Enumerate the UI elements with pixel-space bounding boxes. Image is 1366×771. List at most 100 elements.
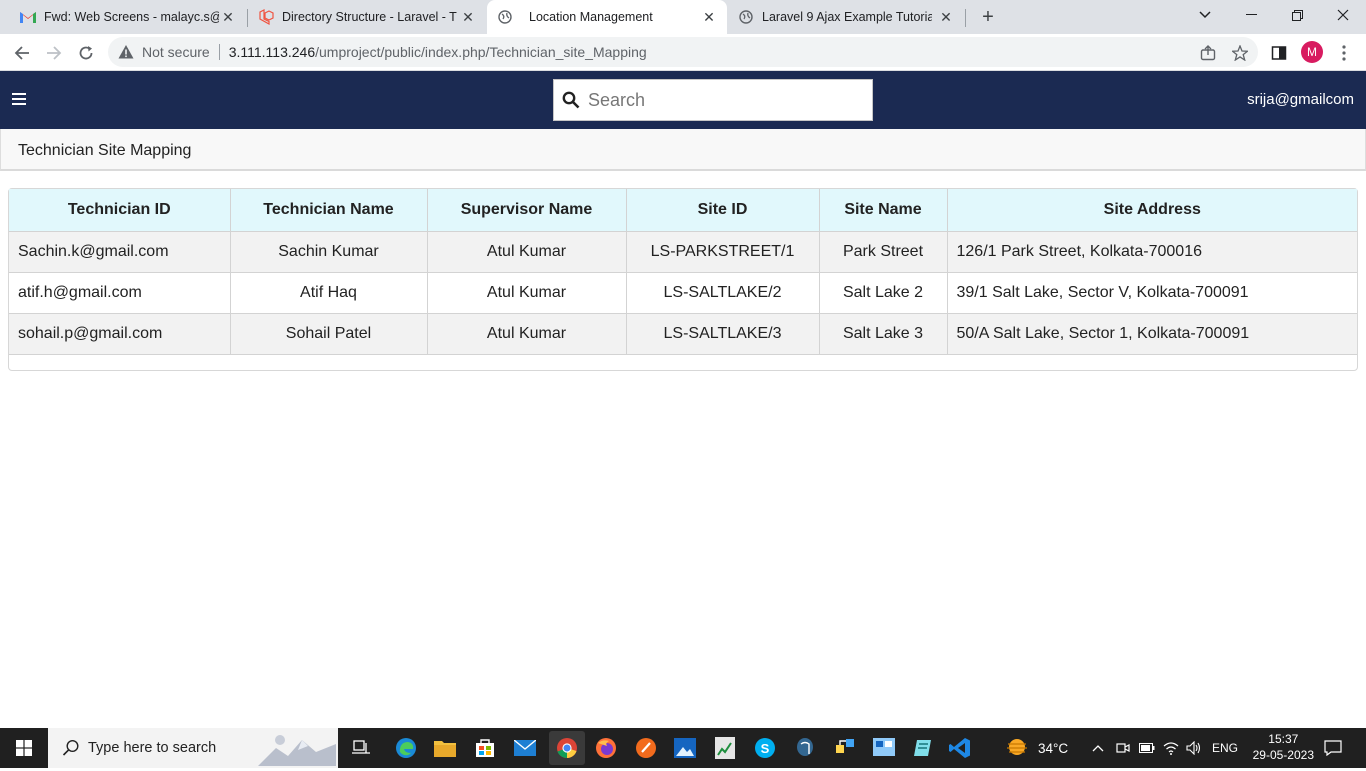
tab-divider bbox=[965, 9, 966, 27]
warning-icon[interactable] bbox=[118, 44, 134, 60]
search-icon bbox=[62, 739, 80, 757]
tab-title: Location Management bbox=[529, 10, 653, 24]
user-email[interactable]: srija@gmailcom bbox=[1247, 91, 1354, 108]
close-tab-icon[interactable]: ✕ bbox=[938, 9, 954, 25]
vscode-icon[interactable] bbox=[946, 734, 974, 762]
page-header: Technician Site Mapping bbox=[0, 129, 1366, 171]
weather-widget[interactable]: 34°C bbox=[1004, 728, 1068, 768]
technician-site-table: Technician ID Technician Name Supervisor… bbox=[9, 189, 1357, 355]
skype-icon[interactable]: S bbox=[751, 734, 779, 762]
cell-site-address: 50/A Salt Lake, Sector 1, Kolkata-700091 bbox=[947, 313, 1357, 355]
browser-tab-location-management[interactable]: Location Management ✕ bbox=[487, 0, 727, 34]
column-header-technician-name[interactable]: Technician Name bbox=[230, 189, 428, 232]
search-box bbox=[553, 79, 873, 121]
globe-icon bbox=[497, 9, 513, 25]
photos-icon[interactable] bbox=[671, 734, 699, 762]
close-window-button[interactable] bbox=[1320, 0, 1366, 30]
forward-arrow-icon[interactable] bbox=[43, 42, 65, 64]
clock-time: 15:37 bbox=[1268, 732, 1299, 746]
windows-taskbar: Type here to search S 34°C ENG 15:37 29-… bbox=[0, 728, 1366, 768]
column-header-technician-id[interactable]: Technician ID bbox=[9, 189, 231, 232]
mail-icon[interactable] bbox=[511, 734, 539, 762]
kebab-menu-icon[interactable] bbox=[1334, 43, 1354, 63]
cell-site-id: LS-SALTLAKE/3 bbox=[626, 313, 820, 355]
meet-now-icon[interactable] bbox=[1116, 728, 1130, 768]
microsoft-store-icon[interactable] bbox=[471, 734, 499, 762]
browser-tab-laravel[interactable]: Directory Structure - Laravel - The ✕ bbox=[248, 0, 486, 34]
share-icon[interactable] bbox=[1198, 43, 1218, 63]
weather-sun-icon bbox=[1004, 736, 1030, 761]
control-panel-icon[interactable] bbox=[870, 734, 898, 762]
tab-search-chevron-icon[interactable] bbox=[1182, 0, 1228, 30]
task-view-icon[interactable] bbox=[347, 734, 375, 762]
battery-icon[interactable] bbox=[1139, 728, 1155, 768]
show-hidden-icons-chevron-icon[interactable] bbox=[1092, 728, 1104, 768]
table-row[interactable]: atif.h@gmail.com Atif Haq Atul Kumar LS-… bbox=[9, 272, 1357, 314]
taskbar-clock[interactable]: 15:37 29-05-2023 bbox=[1253, 731, 1314, 763]
close-tab-icon[interactable]: ✕ bbox=[701, 9, 717, 25]
search-highlight-image-icon bbox=[258, 730, 336, 766]
close-tab-icon[interactable]: ✕ bbox=[460, 9, 476, 25]
reload-icon[interactable] bbox=[75, 42, 97, 64]
hamburger-menu-icon[interactable] bbox=[12, 93, 26, 105]
column-header-site-name[interactable]: Site Name bbox=[819, 189, 948, 232]
bookmark-star-icon[interactable] bbox=[1230, 43, 1250, 63]
windows-start-icon[interactable] bbox=[10, 734, 38, 762]
column-header-site-address[interactable]: Site Address bbox=[947, 189, 1357, 232]
search-icon bbox=[562, 91, 580, 109]
gmail-icon bbox=[20, 9, 36, 25]
browser-tab-laravel-ajax[interactable]: Laravel 9 Ajax Example Tutorial: H ✕ bbox=[728, 0, 964, 34]
cell-supervisor-name: Atul Kumar bbox=[427, 272, 627, 314]
browser-tab-gmail[interactable]: Fwd: Web Screens - malayc.s@ac ✕ bbox=[10, 0, 246, 34]
edge-browser-icon[interactable] bbox=[392, 734, 420, 762]
file-explorer-icon[interactable] bbox=[431, 734, 459, 762]
cell-site-id: LS-SALTLAKE/2 bbox=[626, 272, 820, 314]
wifi-icon[interactable] bbox=[1163, 728, 1179, 768]
table-row[interactable]: Sachin.k@gmail.com Sachin Kumar Atul Kum… bbox=[9, 231, 1357, 273]
back-arrow-icon[interactable] bbox=[11, 42, 33, 64]
minimize-window-button[interactable] bbox=[1228, 0, 1274, 30]
notes-app-icon[interactable] bbox=[909, 734, 937, 762]
close-tab-icon[interactable]: ✕ bbox=[220, 9, 236, 25]
table-row[interactable]: sohail.p@gmail.com Sohail Patel Atul Kum… bbox=[9, 313, 1357, 355]
taskbar-search[interactable]: Type here to search bbox=[48, 728, 338, 768]
cell-site-name: Park Street bbox=[819, 231, 948, 273]
pen-app-icon[interactable] bbox=[632, 734, 660, 762]
browser-tab-strip: Fwd: Web Screens - malayc.s@ac ✕ Directo… bbox=[0, 0, 1366, 34]
search-input[interactable] bbox=[588, 89, 858, 111]
side-panel-icon[interactable] bbox=[1269, 43, 1289, 63]
restore-window-button[interactable] bbox=[1274, 0, 1320, 30]
new-tab-button[interactable]: + bbox=[978, 7, 998, 27]
firefox-icon[interactable] bbox=[592, 734, 620, 762]
column-header-site-id[interactable]: Site ID bbox=[626, 189, 820, 232]
profile-avatar[interactable]: M bbox=[1301, 41, 1323, 63]
svg-text:S: S bbox=[761, 741, 770, 756]
cell-technician-name: Atif Haq bbox=[230, 272, 428, 314]
column-header-supervisor-name[interactable]: Supervisor Name bbox=[427, 189, 627, 232]
postgresql-icon[interactable] bbox=[791, 734, 819, 762]
laravel-icon bbox=[258, 9, 274, 25]
cell-supervisor-name: Atul Kumar bbox=[427, 231, 627, 273]
cell-site-id: LS-PARKSTREET/1 bbox=[626, 231, 820, 273]
cell-technician-id: Sachin.k@gmail.com bbox=[9, 231, 231, 273]
cell-site-name: Salt Lake 3 bbox=[819, 313, 948, 355]
tab-title: Directory Structure - Laravel - The bbox=[282, 10, 457, 24]
network-tool-icon[interactable] bbox=[831, 734, 859, 762]
url-host: 3.111.113.246 bbox=[228, 44, 316, 60]
cell-site-address: 126/1 Park Street, Kolkata-700016 bbox=[947, 231, 1357, 273]
globe-icon bbox=[738, 9, 754, 25]
clock-date: 29-05-2023 bbox=[1252, 748, 1314, 762]
cell-technician-id: sohail.p@gmail.com bbox=[9, 313, 231, 355]
cell-site-name: Salt Lake 2 bbox=[819, 272, 948, 314]
spreadsheet-icon[interactable] bbox=[711, 734, 739, 762]
address-bar[interactable]: Not secure 3.111.113.246/umproject/publi… bbox=[108, 37, 1258, 67]
app-header: srija@gmailcom bbox=[0, 71, 1366, 129]
language-indicator[interactable]: ENG bbox=[1212, 728, 1238, 768]
notifications-icon[interactable] bbox=[1324, 728, 1342, 768]
taskbar-search-text: Type here to search bbox=[88, 740, 217, 756]
divider bbox=[218, 44, 220, 60]
volume-icon[interactable] bbox=[1186, 728, 1202, 768]
security-label[interactable]: Not secure bbox=[142, 44, 210, 60]
chrome-icon[interactable] bbox=[549, 731, 585, 765]
cell-supervisor-name: Atul Kumar bbox=[427, 313, 627, 355]
